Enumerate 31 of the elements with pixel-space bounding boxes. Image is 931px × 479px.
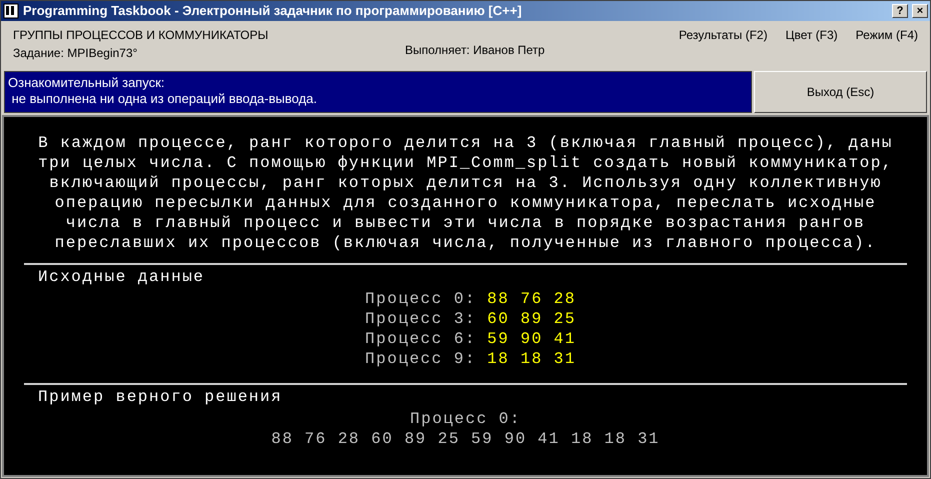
status-text: не выполнена ни одна из операций ввода-вывода.	[10, 91, 318, 107]
exit-button[interactable]: Выход (Esc)	[754, 71, 927, 113]
app-icon	[3, 3, 19, 19]
task-label: Задание: MPIBegin73°	[13, 45, 138, 62]
menu-item[interactable]: Цвет (F3)	[785, 26, 838, 44]
performer-label: Выполняет: Иванов Петр	[405, 43, 545, 57]
section-title: Исходные данные	[38, 268, 205, 286]
group-title: ГРУППЫ ПРОЦЕССОВ И КОММУНИКАТОРЫ	[13, 27, 270, 44]
process-values: 59 90 41	[487, 329, 576, 349]
process-label: Процесс 0:	[410, 409, 521, 429]
description-line: числа в главный процесс и вывести эти числа в порядке возрастания рангов	[66, 213, 866, 233]
process-label: Процесс 9:	[365, 349, 478, 369]
help-button[interactable]: ?	[892, 4, 908, 18]
process-values: 88 76 28	[487, 289, 576, 309]
status-text: Ознакомительный запуск:	[8, 75, 166, 91]
process-label: Процесс 0:	[365, 289, 478, 309]
description-line: три целых числа. С помощью функции MPI_Comm_split создать новый коммуникатор,	[38, 153, 893, 173]
description-line: переславших их процессов (включая числа, полученные из главного процесса).	[54, 233, 876, 253]
description-line: В каждом процессе, ранг которого делится на 3 (включая главный процесс), даны	[38, 133, 893, 153]
process-label: Процесс 3:	[365, 309, 478, 329]
menu-item[interactable]: Результаты (F2)	[678, 26, 768, 44]
process-values: 18 18 31	[487, 349, 576, 369]
description-line: включающий процессы, ранг которых делится на 3. Используя одну коллективную	[49, 173, 882, 193]
menu-item[interactable]: Режим (F4)	[856, 26, 918, 44]
description-line: операцию пересылки данных для созданного коммуникатора, переслать исходные	[54, 193, 876, 213]
process-values: 60 89 25	[487, 309, 576, 329]
section-title: Пример верного решения	[38, 388, 282, 406]
result-values: 88 76 28 60 89 25 59 90 41 18 18 31	[271, 429, 660, 449]
window-title: Programming Taskbook - Электронный задачник по программированию [C++]	[23, 2, 523, 20]
close-button[interactable]: ×	[912, 4, 928, 18]
process-label: Процесс 6:	[365, 329, 478, 349]
